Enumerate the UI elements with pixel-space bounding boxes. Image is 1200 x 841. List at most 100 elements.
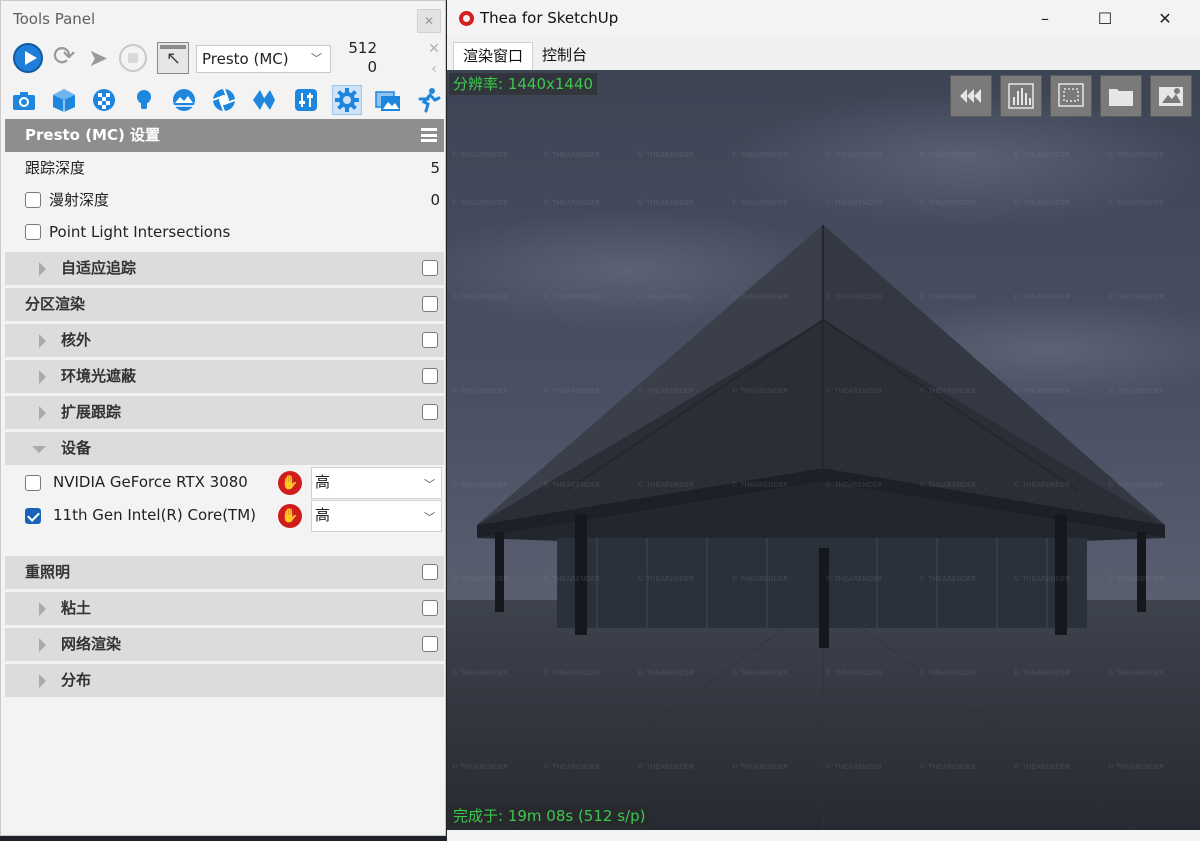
maximize-icon[interactable]: ☐ — [1085, 6, 1125, 32]
svg-text:© THEARENDER: © THEARENDER — [1107, 199, 1164, 207]
close-icon[interactable]: ✕ — [417, 9, 441, 33]
sliders-icon[interactable] — [291, 85, 321, 115]
aperture-icon[interactable] — [209, 85, 239, 115]
svg-text:© THEARENDER: © THEARENDER — [731, 481, 788, 489]
expand-arrow-icon[interactable] — [39, 370, 46, 384]
render-viewport[interactable]: © THEARENDER © THEARENDER © THEARENDER © TH… — [447, 70, 1200, 830]
group-adaptive[interactable]: 自适应追踪 — [5, 252, 444, 285]
svg-text:© THEARENDER: © THEARENDER — [1013, 669, 1070, 677]
group-distribution[interactable]: 分布 — [5, 664, 444, 697]
play-icon[interactable] — [13, 43, 43, 73]
close-small-icon[interactable]: ✕ — [427, 39, 441, 59]
group-relight-checkbox[interactable] — [422, 564, 438, 580]
svg-text:© THEARENDER: © THEARENDER — [1013, 199, 1070, 207]
svg-text:© THEARENDER: © THEARENDER — [543, 481, 600, 489]
device-checkbox[interactable] — [25, 508, 41, 524]
tools-panel: Tools Panel ✕ ⟳ ➤ ↖ Presto (MC) ﹀ 512 0 … — [0, 0, 446, 836]
expand-arrow-icon[interactable] — [39, 262, 46, 276]
group-adaptive-checkbox[interactable] — [422, 260, 438, 276]
minimize-icon[interactable]: – — [1025, 6, 1065, 32]
group-ao-checkbox[interactable] — [422, 368, 438, 384]
cursor-icon[interactable]: ➤ — [83, 43, 113, 73]
svg-text:© THEARENDER: © THEARENDER — [731, 763, 788, 771]
group-region-checkbox[interactable] — [422, 296, 438, 312]
engine-select[interactable]: Presto (MC) ﹀ — [196, 45, 331, 73]
svg-text:© THEARENDER: © THEARENDER — [451, 199, 508, 207]
point-light-label: Point Light Intersections — [49, 223, 231, 241]
stop-hand-icon[interactable]: ✋ — [278, 471, 302, 495]
group-extended-checkbox[interactable] — [422, 404, 438, 420]
expand-arrow-icon[interactable] — [39, 674, 46, 688]
svg-text:© THEARENDER: © THEARENDER — [1107, 387, 1164, 395]
bottom-strip — [447, 830, 1200, 841]
svg-text:© THEARENDER: © THEARENDER — [637, 481, 694, 489]
svg-text:© THEARENDER: © THEARENDER — [825, 575, 882, 583]
group-ao[interactable]: 环境光遮蔽 — [5, 360, 444, 393]
chevron-left-icon[interactable]: ‹ — [427, 59, 441, 79]
tools-panel-title: Tools Panel — [13, 10, 96, 28]
histogram-icon[interactable] — [1000, 75, 1042, 117]
count-bottom: 0 — [367, 58, 377, 76]
svg-text:© THEARENDER: © THEARENDER — [1013, 151, 1070, 159]
folder-icon[interactable] — [1100, 75, 1142, 117]
group-devices[interactable]: 设备 — [5, 432, 444, 465]
group-clay-checkbox[interactable] — [422, 600, 438, 616]
tab-console[interactable]: 控制台 — [533, 42, 596, 70]
stop-hand-icon[interactable]: ✋ — [278, 504, 302, 528]
trace-depth-label: 跟踪深度 — [25, 159, 86, 177]
menu-icon[interactable] — [421, 128, 437, 142]
svg-text:© THEARENDER: © THEARENDER — [1107, 151, 1164, 159]
svg-text:© THEARENDER: © THEARENDER — [543, 387, 600, 395]
svg-text:© THEARENDER: © THEARENDER — [451, 575, 508, 583]
region-select-icon[interactable]: ↖ — [157, 42, 189, 74]
refresh-icon[interactable]: ⟳ — [49, 43, 79, 73]
engine-select-value: Presto (MC) — [202, 50, 289, 68]
tab-render-window[interactable]: 渲染窗口 — [453, 42, 534, 70]
device-priority-select[interactable]: 高 ﹀ — [311, 500, 442, 532]
group-clay[interactable]: 粘土 — [5, 592, 444, 625]
expand-arrow-icon[interactable] — [39, 638, 46, 652]
animation-icon[interactable] — [413, 85, 443, 115]
group-out-of-core[interactable]: 核外 — [5, 324, 444, 357]
close-window-icon[interactable]: ✕ — [1145, 6, 1185, 32]
device-checkbox[interactable] — [25, 475, 41, 491]
point-light-checkbox[interactable] — [25, 224, 41, 240]
trace-depth-value[interactable]: 5 — [430, 152, 440, 184]
expand-arrow-icon[interactable] — [39, 602, 46, 616]
group-extended[interactable]: 扩展跟踪 — [5, 396, 444, 429]
diffuse-depth-checkbox[interactable] — [25, 192, 41, 208]
environment-icon[interactable] — [169, 85, 199, 115]
group-relight[interactable]: 重照明 — [5, 556, 444, 589]
group-out-of-core-checkbox[interactable] — [422, 332, 438, 348]
save-image-icon[interactable] — [1150, 75, 1192, 117]
svg-text:© THEARENDER: © THEARENDER — [1013, 575, 1070, 583]
rewind-icon[interactable] — [950, 75, 992, 117]
svg-text:© THEARENDER: © THEARENDER — [543, 763, 600, 771]
svg-text:© THEARENDER: © THEARENDER — [919, 151, 976, 159]
svg-text:© THEARENDER: © THEARENDER — [637, 669, 694, 677]
expand-arrow-icon[interactable] — [39, 406, 46, 420]
expand-arrow-icon[interactable] — [39, 334, 46, 348]
channels-icon[interactable] — [249, 85, 279, 115]
cube-icon[interactable] — [49, 85, 79, 115]
group-network[interactable]: 网络渲染 — [5, 628, 444, 661]
group-network-label: 网络渲染 — [61, 635, 122, 653]
group-network-checkbox[interactable] — [422, 636, 438, 652]
svg-text:© THEARENDER: © THEARENDER — [919, 387, 976, 395]
diffuse-depth-value[interactable]: 0 — [430, 184, 440, 216]
diffuse-depth-label: 漫射深度 — [49, 191, 110, 209]
region-render-icon[interactable] — [1050, 75, 1092, 117]
device-name: 11th Gen Intel(R) Core(TM) — [53, 506, 256, 524]
svg-text:© THEARENDER: © THEARENDER — [451, 151, 508, 159]
settings-gear-icon[interactable] — [332, 85, 362, 115]
material-icon[interactable] — [89, 85, 119, 115]
light-bulb-icon[interactable] — [129, 85, 159, 115]
device-priority-select[interactable]: 高 ﹀ — [311, 467, 442, 499]
stop-icon[interactable] — [119, 44, 147, 72]
thea-window-title: Thea for SketchUp — [480, 9, 619, 27]
gallery-icon[interactable] — [373, 85, 403, 115]
collapse-arrow-icon[interactable] — [32, 446, 46, 453]
camera-icon[interactable] — [9, 85, 39, 115]
device-priority-value: 高 — [315, 473, 331, 491]
group-region[interactable]: 分区渲染 — [5, 288, 444, 321]
